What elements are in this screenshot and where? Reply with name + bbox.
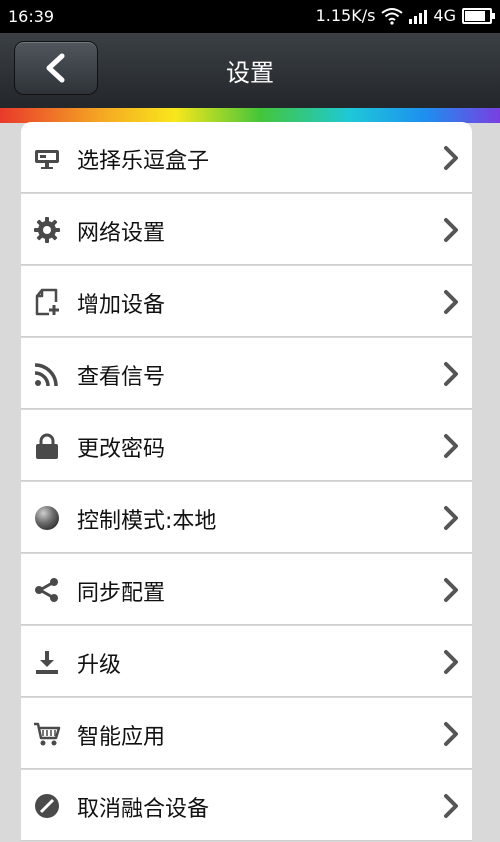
settings-list: 选择乐逗盒子 网络设置 增加设备 查看信号 更改密码 控制模式:本地 同步配置 … <box>21 122 472 842</box>
menu-item-label: 升级 <box>77 653 122 678</box>
menu-item-select-box[interactable]: 选择乐逗盒子 <box>21 122 472 193</box>
menu-item-label: 查看信号 <box>77 365 166 390</box>
chevron-right-icon <box>444 146 458 170</box>
rainbow-divider <box>0 108 500 123</box>
status-bar: 16:39 1.15K/s 4G <box>0 0 500 33</box>
chevron-right-icon <box>444 218 458 242</box>
share-icon <box>35 578 58 602</box>
menu-item-cancel-fusion[interactable]: 取消融合设备 <box>21 770 472 841</box>
wifi-icon <box>381 7 404 25</box>
menu-item-label: 智能应用 <box>77 725 166 750</box>
page-title: 设置 <box>226 59 274 87</box>
tv-box-icon <box>35 150 59 169</box>
network-type: 4G <box>433 6 456 25</box>
status-time: 16:39 <box>8 7 55 26</box>
chevron-right-icon <box>444 290 458 314</box>
menu-item-add-device[interactable]: 增加设备 <box>21 266 472 337</box>
chevron-right-icon <box>444 578 458 602</box>
chevron-right-icon <box>444 362 458 386</box>
menu-item-control-mode[interactable]: 控制模式:本地 <box>21 482 472 553</box>
signal-icon <box>34 363 58 387</box>
add-device-icon <box>35 288 59 316</box>
chevron-right-icon <box>444 794 458 818</box>
battery-icon <box>462 7 495 24</box>
menu-item-label: 同步配置 <box>77 581 166 606</box>
chevron-right-icon <box>444 650 458 674</box>
globe-icon <box>35 506 59 530</box>
menu-item-label: 更改密码 <box>77 437 166 462</box>
chevron-right-icon <box>444 434 458 458</box>
cell-signal-icon <box>409 8 428 24</box>
chevron-right-icon <box>444 722 458 746</box>
menu-item-label: 取消融合设备 <box>77 797 210 822</box>
app-header: 设置 <box>0 33 500 108</box>
menu-item-upgrade[interactable]: 升级 <box>21 626 472 697</box>
menu-item-sync-config[interactable]: 同步配置 <box>21 554 472 625</box>
gear-icon <box>34 217 60 243</box>
menu-item-label: 网络设置 <box>77 221 166 246</box>
menu-item-label: 控制模式:本地 <box>77 509 217 534</box>
chevron-right-icon <box>444 506 458 530</box>
network-speed: 1.15K/s <box>315 6 376 25</box>
menu-item-change-password[interactable]: 更改密码 <box>21 410 472 481</box>
cart-icon <box>34 722 61 746</box>
menu-item-view-signal[interactable]: 查看信号 <box>21 338 472 409</box>
menu-item-label: 增加设备 <box>77 293 166 318</box>
menu-item-network-settings[interactable]: 网络设置 <box>21 194 472 265</box>
status-right: 1.15K/s 4G <box>315 6 495 25</box>
menu-item-label: 选择乐逗盒子 <box>77 149 210 174</box>
download-icon <box>36 651 58 674</box>
lock-icon <box>36 433 58 459</box>
cancel-icon <box>35 794 59 818</box>
menu-item-smart-apps[interactable]: 智能应用 <box>21 698 472 769</box>
